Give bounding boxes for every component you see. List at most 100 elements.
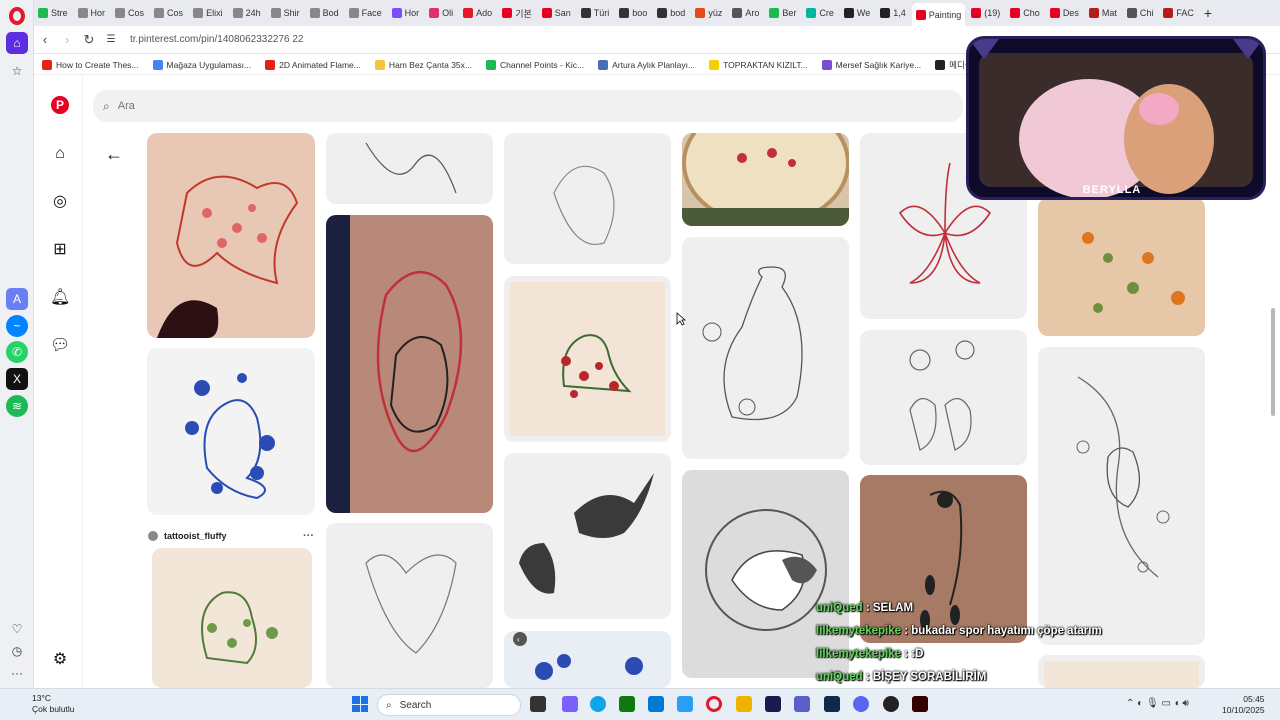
bookmark-item[interactable]: Channel Points - Kic... [486,59,584,70]
tab-11[interactable]: Ado [459,3,496,23]
notifications-icon[interactable]: 🔔︎ [50,288,70,308]
messages-icon[interactable]: 💬︎ [50,336,70,356]
tab-18[interactable]: Aro [728,3,763,23]
taskbar-search[interactable]: ⌕ Search [377,694,521,716]
tab-14[interactable]: Türi [577,3,614,23]
bookmark-item[interactable]: Mağaza Uygulaması... [152,59,251,70]
settings-icon[interactable]: ⚙ [50,650,70,670]
copilot-icon[interactable] [562,696,578,712]
pinterest-logo-icon[interactable]: P [51,96,69,114]
tab-13[interactable]: San [538,3,575,23]
store-icon[interactable] [619,696,635,712]
more-options-icon[interactable]: ··· [303,530,314,542]
pin-colorful-floral-cat[interactable] [1038,198,1205,336]
pinboard-icon[interactable]: ☆ [6,60,28,82]
aria-icon[interactable]: A [6,288,28,310]
url-field[interactable]: tr.pinterest.com/pin/1408062332276 22 [130,34,303,45]
tab-4[interactable]: Elixi [189,3,227,23]
x-icon[interactable]: X [6,368,28,390]
scroll-thumb[interactable] [1271,308,1275,416]
forward-icon[interactable]: › [56,32,78,47]
site-info-icon[interactable]: ☰ [100,34,122,45]
bookmark-item[interactable]: 2D Animated Flame... [265,59,361,70]
back-icon[interactable]: ‹ [34,32,56,47]
bookmark-item[interactable]: Mersef Sağlık Kariye... [821,59,921,70]
tab-15[interactable]: boo [615,3,651,23]
history-icon[interactable]: ◷ [6,640,28,662]
tab-28[interactable]: Chi [1123,3,1158,23]
tab-9[interactable]: Hor [388,3,424,23]
pin-cat-hearts-tattoo[interactable] [147,133,315,338]
photoshop-icon[interactable] [824,696,840,712]
spotify-icon[interactable]: ≋ [6,395,28,417]
create-icon[interactable]: ⊞ [50,240,70,260]
pin-blue-floral-cat[interactable] [147,348,315,515]
pin-outline-cat-flower[interactable] [504,133,671,264]
search-input[interactable] [117,100,898,112]
opera-taskbar-icon[interactable] [706,696,722,712]
tab-12[interactable]: 기본 [498,3,536,23]
tab-26[interactable]: Des [1046,3,1083,23]
tray-icons[interactable]: ⌃ ◐ 🎙︎ ▭ ◖ 🔊︎ [1126,698,1189,709]
more-icon[interactable]: ··· [6,662,28,684]
after-effects-icon[interactable] [765,696,781,712]
home-icon[interactable]: ⌂ [50,144,70,164]
tab-16[interactable]: bod [653,3,689,23]
pin-two-cats-flowers[interactable] [860,330,1027,465]
tab-7[interactable]: Bod [306,3,343,23]
pin-heart-cat-tattoo[interactable] [326,215,493,513]
bookmark-item[interactable]: Ham Bez Çanta 35x... [374,59,472,70]
back-arrow-icon[interactable]: ← [105,144,123,165]
tab-27[interactable]: Mat [1085,3,1121,23]
workspace-icon[interactable]: ⌂ [6,32,28,54]
messenger-icon[interactable]: ~ [6,315,28,337]
opera-logo-icon[interactable] [9,7,25,25]
illustrator-icon[interactable] [912,696,928,712]
pin-sketch-cat[interactable] [326,523,493,688]
pin-embroidery-cat[interactable] [682,133,849,226]
pin-rose-cat[interactable] [504,276,671,442]
whatsapp-icon[interactable]: ✆ [6,341,28,363]
task-view-icon[interactable] [530,696,546,712]
tab-1[interactable]: Hor [74,3,110,23]
teams-icon[interactable] [794,696,810,712]
pin-blue-cat-tattoos[interactable]: ‹ [504,631,671,688]
tab-25[interactable]: Cho [1006,3,1044,23]
pin-line-cat[interactable] [326,133,493,204]
tab-21[interactable]: We [840,3,874,23]
weather-widget[interactable]: 13°C Çok bulutlu [12,693,75,715]
tab-6[interactable]: Shir [267,3,304,23]
tab-24[interactable]: (19) [967,3,1004,23]
explore-icon[interactable]: ◎ [50,192,70,212]
system-clock[interactable]: 05:45 10/10/2025 [1222,694,1265,716]
tab-23[interactable]: Painting [911,3,966,27]
windows-start-icon[interactable] [352,696,368,712]
tab-29[interactable]: FAC [1159,3,1198,23]
tab-10[interactable]: Oli [425,3,457,23]
obs-icon[interactable] [883,696,899,712]
tab-19[interactable]: Ber [765,3,800,23]
tab-8[interactable]: Face [345,3,386,23]
pin-cat-silhouettes[interactable] [504,453,671,619]
tab-2[interactable]: Cos [111,3,148,23]
heart-icon[interactable]: ♡ [6,618,28,640]
file-explorer-icon[interactable] [736,696,752,712]
page-scrollbar[interactable] [1269,76,1277,688]
tab-17[interactable]: yüz [691,3,726,23]
outlook-icon[interactable] [648,696,664,712]
pin-green-floral-cat[interactable] [152,548,312,688]
pin-author-row[interactable]: tattooist_fluffy ··· [148,527,314,545]
tab-0[interactable]: Stre [34,3,72,23]
tab-3[interactable]: Cos [150,3,187,23]
discord-icon[interactable] [853,696,869,712]
tab-20[interactable]: Cre [802,3,838,23]
reload-icon[interactable]: ↻ [78,32,100,48]
edge-icon[interactable] [590,696,606,712]
remote-icon[interactable] [677,696,693,712]
bookmark-item[interactable]: How to Create Thes... [42,59,139,70]
bookmark-item[interactable]: Artura Aylık Planlayı... [598,59,695,70]
search-bar[interactable]: ⌕ [93,90,963,122]
tab-5[interactable]: 24h [229,3,265,23]
pin-cat-flower-outline[interactable] [682,237,849,459]
tab-22[interactable]: 1,4 [876,3,910,23]
